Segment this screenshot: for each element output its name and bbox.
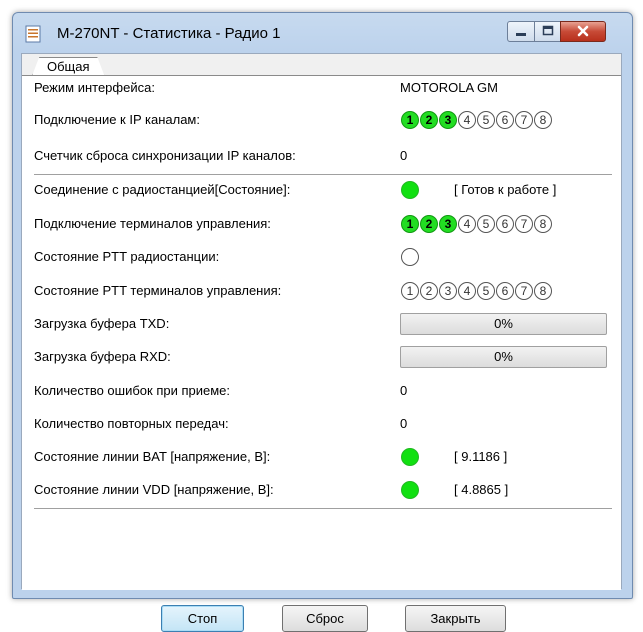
window-title: M-270NT - Статистика - Радио 1 [57, 25, 281, 42]
indicator-6: 6 [496, 282, 514, 300]
indicator-6: 6 [496, 215, 514, 233]
terminals-ptt-indicators: 12345678 [401, 282, 552, 300]
indicator-7: 7 [515, 111, 533, 129]
indicator-3: 3 [439, 215, 457, 233]
interface-mode-label: Режим интерфейса: [34, 80, 155, 95]
document-app-icon [25, 25, 41, 43]
vdd-line-led [401, 481, 419, 499]
rxd-buffer-progress: 0% [400, 346, 607, 368]
indicator-4: 4 [458, 111, 476, 129]
rxd-buffer-label: Загрузка буфера RXD: [34, 349, 171, 364]
indicator-5: 5 [477, 282, 495, 300]
close-button[interactable]: Закрыть [405, 605, 506, 632]
radio-connection-label: Соединение с радиостанцией[Состояние]: [34, 182, 291, 197]
bat-line-value: [ 9.1186 ] [454, 449, 508, 464]
minimize-icon [516, 33, 526, 36]
client-area: Общая Режим интерфейса: MOTOROLA GM Подк… [21, 53, 622, 632]
close-icon [577, 25, 589, 37]
indicator-2: 2 [420, 111, 438, 129]
indicator-7: 7 [515, 282, 533, 300]
radio-connection-status: [ Готов к работе ] [454, 182, 557, 197]
rx-errors-label: Количество ошибок при приеме: [34, 383, 231, 398]
interface-mode-value: MOTOROLA GM [400, 80, 498, 95]
indicator-1: 1 [401, 111, 419, 129]
separator [34, 174, 612, 175]
reset-button[interactable]: Сброс [282, 605, 368, 632]
txd-buffer-label: Загрузка буфера TXD: [34, 316, 170, 331]
indicator-5: 5 [477, 215, 495, 233]
indicator-7: 7 [515, 215, 533, 233]
indicator-1: 1 [401, 282, 419, 300]
maximize-icon [542, 25, 553, 36]
indicator-3: 3 [439, 111, 457, 129]
rx-errors-value: 0 [400, 383, 408, 398]
terminals-connection-label: Подключение терминалов управления: [34, 216, 271, 231]
bat-line-led [401, 448, 419, 466]
indicator-8: 8 [534, 215, 552, 233]
general-panel: Режим интерфейса: MOTOROLA GM Подключени… [22, 76, 621, 590]
indicator-8: 8 [534, 282, 552, 300]
ip-channels-indicators: 12345678 [401, 111, 552, 129]
terminals-ptt-label: Состояние PTT терминалов управления: [34, 283, 282, 298]
minimize-button[interactable] [507, 21, 535, 42]
radio-ptt-label: Состояние PTT радиостанции: [34, 249, 220, 264]
terminals-connection-indicators: 12345678 [401, 215, 552, 233]
indicator-2: 2 [420, 282, 438, 300]
retransmits-value: 0 [400, 416, 408, 431]
sync-reset-value: 0 [400, 148, 408, 163]
close-window-button[interactable] [560, 21, 606, 42]
indicator-1: 1 [401, 215, 419, 233]
indicator-6: 6 [496, 111, 514, 129]
maximize-button[interactable] [534, 21, 561, 42]
vdd-line-label: Состояние линии VDD [напряжение, В]: [34, 482, 274, 497]
txd-buffer-value: 0% [494, 316, 513, 331]
indicator-4: 4 [458, 282, 476, 300]
indicator-2: 2 [420, 215, 438, 233]
retransmits-label: Количество повторных передач: [34, 416, 229, 431]
indicator-4: 4 [458, 215, 476, 233]
vdd-line-value: [ 4.8865 ] [454, 482, 509, 497]
radio-connection-led [401, 181, 419, 199]
radio-ptt-led [401, 248, 419, 266]
ip-channels-label: Подключение к IP каналам: [34, 112, 200, 127]
tab-general[interactable]: Общая [32, 57, 105, 76]
statistics-window: M-270NT - Статистика - Радио 1 Общая Реж… [12, 12, 633, 632]
bat-line-label: Состояние линии BAT [напряжение, В]: [34, 449, 271, 464]
title-bar[interactable]: M-270NT - Статистика - Радио 1 [13, 13, 632, 53]
txd-buffer-progress: 0% [400, 313, 607, 335]
rxd-buffer-value: 0% [494, 349, 513, 364]
separator [34, 508, 612, 509]
indicator-3: 3 [439, 282, 457, 300]
stop-button[interactable]: Стоп [161, 605, 244, 632]
indicator-5: 5 [477, 111, 495, 129]
indicator-8: 8 [534, 111, 552, 129]
tab-strip: Общая [22, 54, 621, 76]
sync-reset-label: Счетчик сброса синхронизации IP каналов: [34, 148, 296, 163]
